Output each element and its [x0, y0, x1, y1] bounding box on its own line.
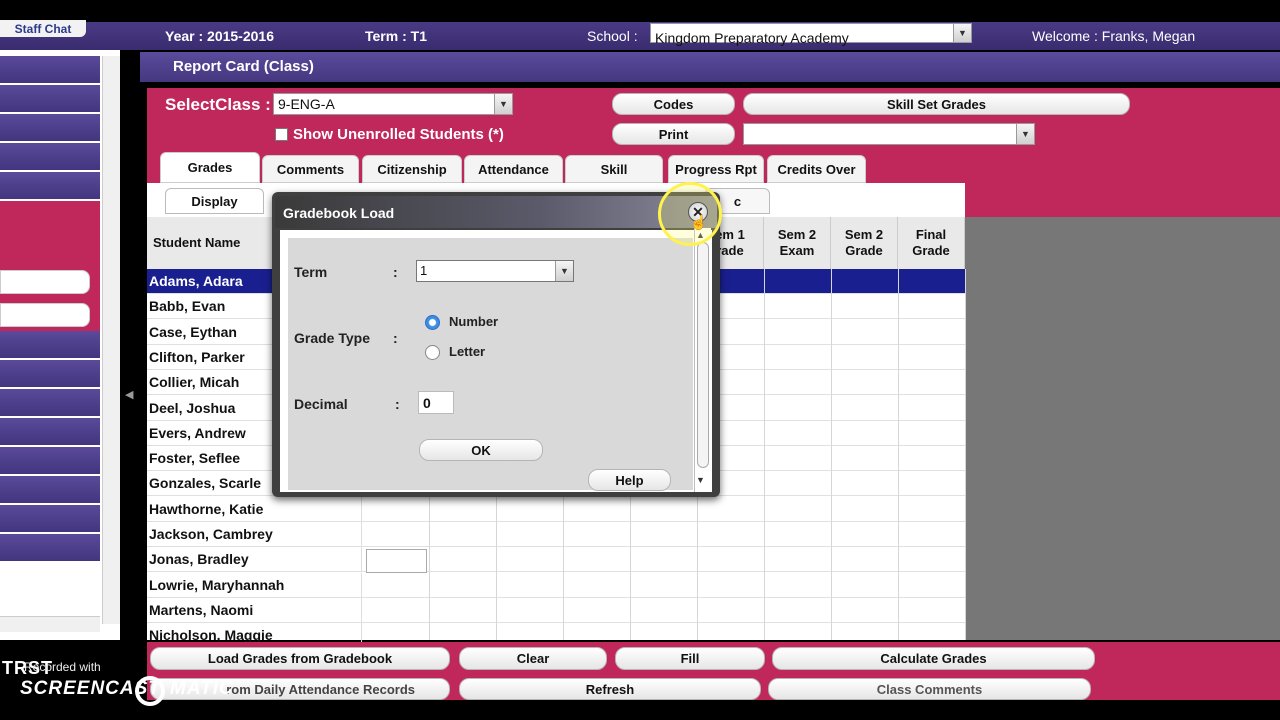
print-button[interactable]: Print	[612, 123, 735, 145]
class-select[interactable]: 9-ENG-A ▼	[273, 93, 513, 115]
column-divider	[831, 269, 832, 640]
nav-item[interactable]	[0, 389, 100, 416]
term-colon: :	[393, 264, 398, 280]
scroll-thumb[interactable]	[697, 242, 709, 468]
nav-item[interactable]	[0, 331, 100, 358]
radio-number-label[interactable]: Number	[449, 314, 498, 329]
show-unenrolled-toggle[interactable]: Show Unenrolled Students (*)	[275, 126, 504, 143]
nav-item[interactable]	[0, 534, 100, 561]
scroll-down-icon[interactable]: ▼	[696, 475, 705, 485]
student-name-cell[interactable]: Hawthorne, Katie	[147, 496, 362, 521]
tab-skill[interactable]: Skill	[565, 155, 663, 183]
decimal-colon: :	[395, 396, 400, 412]
welcome-label: Welcome : Franks, Megan	[1032, 28, 1196, 44]
tab-citizenship[interactable]: Citizenship	[362, 155, 462, 183]
print-select[interactable]: ▼	[743, 123, 1035, 145]
chevron-down-icon[interactable]: ▼	[953, 24, 971, 42]
decimal-label: Decimal	[294, 396, 348, 412]
screencast-o-icon	[135, 676, 165, 706]
calculate-grades-button[interactable]: Calculate Grades	[772, 647, 1095, 670]
school-label: School :	[587, 28, 638, 44]
chevron-down-icon[interactable]: ▼	[1016, 124, 1034, 144]
tab-grades[interactable]: Grades	[160, 152, 260, 183]
left-panel-scrollbar[interactable]	[102, 56, 120, 624]
nav-field[interactable]	[0, 303, 90, 327]
skill-set-grades-button[interactable]: Skill Set Grades	[743, 93, 1130, 115]
grade-type-label: Grade Type	[294, 330, 370, 346]
school-select[interactable]: Kingdom Preparatory Academy ▼	[650, 23, 972, 46]
student-name-cell[interactable]: Lowrie, Maryhannah	[147, 572, 362, 597]
table-row[interactable]: Lowrie, Maryhannah	[147, 572, 965, 598]
left-panel-hscrollbar[interactable]	[0, 616, 100, 632]
class-comments-button[interactable]: Class Comments	[768, 678, 1091, 700]
radio-number[interactable]	[425, 315, 440, 330]
refresh-button[interactable]: Refresh	[459, 678, 761, 700]
ok-button[interactable]: OK	[419, 439, 543, 461]
matic-logo: MATIC	[170, 678, 234, 699]
table-row[interactable]: Jackson, Cambrey	[147, 522, 965, 547]
dialog-scrollbar[interactable]: ▲ ▼	[694, 228, 711, 492]
checkbox[interactable]	[275, 128, 288, 141]
collapse-arrow-icon[interactable]: ◀	[125, 388, 133, 401]
codes-button[interactable]: Codes	[612, 93, 735, 115]
top-bar: Staff Chat Year : 2015-2016 Term : T1 Sc…	[0, 20, 1280, 50]
student-name-cell[interactable]: Jackson, Cambrey	[147, 522, 362, 546]
nav-item[interactable]	[0, 360, 100, 387]
table-row[interactable]: Hawthorne, Katie	[147, 496, 965, 522]
column-header-sem2-grade[interactable]: Sem 2 Grade	[831, 217, 898, 269]
page-title: Report Card (Class)	[140, 52, 1280, 82]
term-label: Term : T1	[365, 28, 427, 44]
fill-button[interactable]: Fill	[615, 647, 765, 670]
dialog-title[interactable]: Gradebook Load	[275, 196, 717, 228]
nav-item[interactable]	[0, 114, 100, 141]
column-header-sem2-exam[interactable]: Sem 2 Exam	[764, 217, 831, 269]
student-name-cell[interactable]: Jonas, Bradley	[147, 547, 362, 572]
column-header-final-grade[interactable]: Final Grade	[898, 217, 965, 269]
school-select-value: Kingdom Preparatory Academy	[655, 30, 849, 46]
nav-item[interactable]	[0, 143, 100, 170]
nav-item[interactable]	[0, 85, 100, 112]
tab-attendance[interactable]: Attendance	[464, 155, 563, 183]
nav-item[interactable]	[0, 56, 100, 83]
nav-item[interactable]	[0, 447, 100, 474]
radio-letter[interactable]	[425, 345, 440, 360]
nav-item[interactable]	[0, 172, 100, 199]
grade-type-colon: :	[393, 330, 398, 346]
year-label: Year : 2015-2016	[165, 28, 274, 44]
column-divider	[764, 269, 765, 640]
radio-letter-label[interactable]: Letter	[449, 344, 485, 359]
grade-cell-input[interactable]	[366, 549, 427, 573]
recorded-with-label: Recorded with	[24, 660, 101, 674]
clear-button[interactable]: Clear	[459, 647, 607, 670]
column-divider	[965, 269, 966, 640]
decimal-input[interactable]: 0	[418, 391, 454, 414]
table-row[interactable]: Jonas, Bradley	[147, 547, 965, 573]
chevron-down-icon[interactable]: ▼	[494, 94, 512, 114]
term-select[interactable]: 1 ▼	[416, 260, 574, 282]
nav-field[interactable]	[0, 270, 90, 294]
term-label: Term	[294, 264, 328, 280]
tab-progress-rpt[interactable]: Progress Rpt	[668, 155, 764, 183]
show-unenrolled-label: Show Unenrolled Students (*)	[293, 126, 504, 143]
left-nav-panel	[0, 50, 120, 640]
staff-chat-button[interactable]: Staff Chat	[0, 20, 86, 37]
student-name-cell[interactable]: Martens, Naomi	[147, 597, 362, 622]
help-button[interactable]: Help	[588, 469, 671, 491]
nav-item[interactable]	[0, 476, 100, 503]
nav-item[interactable]	[0, 418, 100, 445]
tab-comments[interactable]: Comments	[262, 155, 359, 183]
load-gradebook-button[interactable]: Load Grades from Gradebook	[150, 647, 450, 670]
table-row[interactable]: Martens, Naomi	[147, 597, 965, 623]
chevron-down-icon[interactable]: ▼	[555, 261, 573, 281]
nav-item[interactable]	[0, 505, 100, 532]
select-class-label: SelectClass :	[165, 95, 271, 114]
column-divider	[898, 269, 899, 640]
class-select-value: 9-ENG-A	[278, 96, 335, 112]
term-select-value: 1	[420, 263, 428, 278]
tab-credits-over[interactable]: Credits Over	[767, 155, 866, 183]
cursor-icon: ☝	[690, 214, 708, 230]
subtab-display[interactable]: Display	[165, 188, 264, 214]
